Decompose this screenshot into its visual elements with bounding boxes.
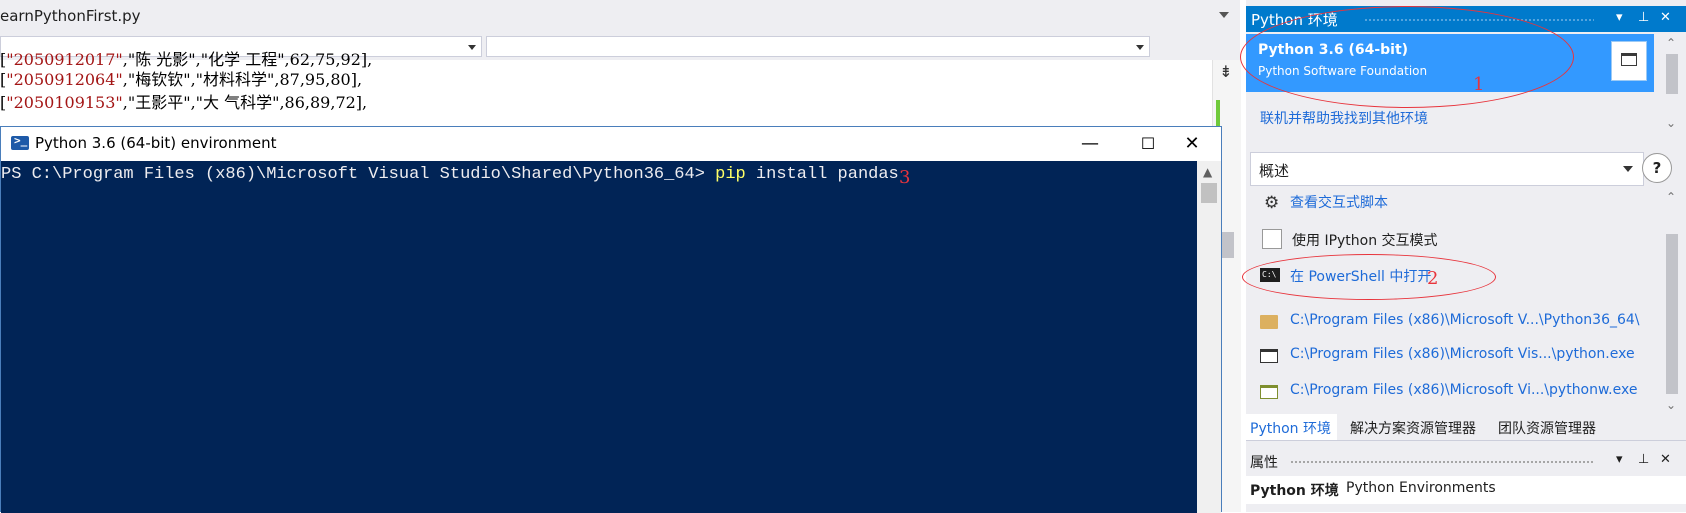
editor-tab-bar: earnPythonFirst.py	[0, 0, 1240, 34]
ipython-mode-label: 使用 IPython 交互模式	[1292, 233, 1438, 249]
properties-object-name: Python 环境	[1250, 483, 1339, 499]
powershell-icon: >_	[11, 134, 29, 150]
console-scrollbar[interactable]: ▲	[1197, 161, 1221, 513]
properties-title: 属性	[1250, 455, 1278, 471]
view-interactive-scripts-link[interactable]: 查看交互式脚本	[1290, 192, 1388, 212]
folder-icon	[1260, 315, 1278, 329]
panel-options-icon[interactable]: ▾	[1616, 10, 1623, 25]
prefix-path-link[interactable]: C:\Program Files (x86)\Microsoft V...\Py…	[1290, 312, 1640, 328]
scroll-down-icon[interactable]: ⌄	[1666, 116, 1676, 130]
powershell-console[interactable]: PS C:\Program Files (x86)\Microsoft Visu…	[1, 161, 1197, 513]
minimize-button[interactable]: —	[1061, 127, 1119, 161]
gear-icon: ⚙	[1264, 193, 1280, 213]
powershell-titlebar[interactable]: >_ Python 3.6 (64-bit) environment — ☐ ✕	[1, 127, 1221, 161]
scrollbar-thumb[interactable]	[1666, 54, 1678, 94]
tab-list-dropdown-icon[interactable]	[1219, 12, 1229, 18]
overview-dropdown[interactable]: 概述	[1250, 152, 1644, 186]
annotation-ellipse-1	[1240, 6, 1574, 108]
window-title: Python 3.6 (64-bit) environment	[35, 134, 277, 152]
properties-object-type: Python Environments	[1346, 480, 1496, 496]
code-text: ,"王影平","大 气科学",86,89,72],	[122, 93, 368, 112]
window-icon	[1260, 349, 1278, 363]
find-more-environments-link[interactable]: 联机并帮助我找到其他环境	[1260, 108, 1428, 128]
console-prompt-line: PS C:\Program Files (x86)\Microsoft Visu…	[1, 165, 899, 184]
help-button[interactable]: ?	[1642, 153, 1672, 183]
code-string: "2050912064"	[6, 70, 123, 89]
tab-solution-explorer[interactable]: 解决方案资源管理器	[1350, 418, 1476, 438]
pin-icon[interactable]: ⊥	[1638, 452, 1649, 467]
scroll-up-icon[interactable]: ⌃	[1666, 36, 1676, 50]
code-line: ["2050109153","王影平","大 气科学",86,89,72],	[0, 89, 367, 113]
chevron-down-icon	[468, 45, 476, 50]
close-button[interactable]: ✕	[1163, 127, 1221, 161]
python-exe-link[interactable]: C:\Program Files (x86)\Microsoft Vis...\…	[1290, 346, 1635, 362]
header-grip	[1290, 460, 1594, 464]
scroll-up-icon[interactable]: ▲	[1203, 165, 1212, 179]
split-window-icon[interactable]: ⇟	[1216, 62, 1236, 82]
environment-list-scrollbar[interactable]: ⌃ ⌄ ⌃ ⌄	[1656, 34, 1686, 412]
close-icon[interactable]: ✕	[1660, 10, 1671, 25]
ipython-mode-checkbox[interactable]	[1262, 229, 1282, 249]
overview-selected-value: 概述	[1259, 162, 1290, 180]
pythonw-exe-link[interactable]: C:\Program Files (x86)\Microsoft Vi...\p…	[1290, 382, 1637, 398]
chevron-down-icon	[1136, 45, 1144, 50]
prompt-path: PS C:\Program Files (x86)\Microsoft Visu…	[1, 165, 716, 184]
scrollbar-thumb[interactable]	[1201, 183, 1217, 203]
editor-file-tab[interactable]: earnPythonFirst.py	[0, 7, 141, 25]
properties-object-row[interactable]: Python 环境 Python Environments	[1246, 476, 1686, 504]
annotation-ellipse-2	[1242, 254, 1496, 300]
panel-tab-strip: Python 环境 解决方案资源管理器 团队资源管理器	[1246, 414, 1686, 441]
nav-member-combo[interactable]	[486, 36, 1150, 57]
code-string: "2050109153"	[6, 93, 123, 112]
open-interactive-window-icon[interactable]	[1611, 41, 1647, 81]
pin-icon[interactable]: ⊥	[1638, 10, 1649, 25]
code-line: ["2050912064","梅钦钦","材料科学",87,95,80],	[0, 66, 362, 90]
tab-team-explorer[interactable]: 团队资源管理器	[1498, 418, 1596, 438]
panel-options-icon[interactable]: ▾	[1616, 452, 1623, 467]
scrollbar-thumb[interactable]	[1666, 234, 1678, 394]
tab-python-environments[interactable]: Python 环境	[1246, 414, 1337, 440]
scrollbar-thumb[interactable]	[1222, 232, 1234, 258]
command-name: pip	[715, 165, 746, 184]
scroll-up-icon[interactable]: ⌃	[1666, 190, 1676, 204]
chevron-down-icon	[1623, 166, 1633, 172]
code-text: ,"梅钦钦","材料科学",87,95,80],	[122, 70, 363, 89]
window-icon	[1260, 385, 1278, 399]
close-icon[interactable]: ✕	[1660, 452, 1671, 467]
annotation-number-3: 3	[899, 167, 911, 188]
scroll-down-icon[interactable]: ⌄	[1666, 398, 1676, 412]
command-args: install pandas	[745, 165, 899, 184]
powershell-window: >_ Python 3.6 (64-bit) environment — ☐ ✕…	[0, 126, 1222, 513]
